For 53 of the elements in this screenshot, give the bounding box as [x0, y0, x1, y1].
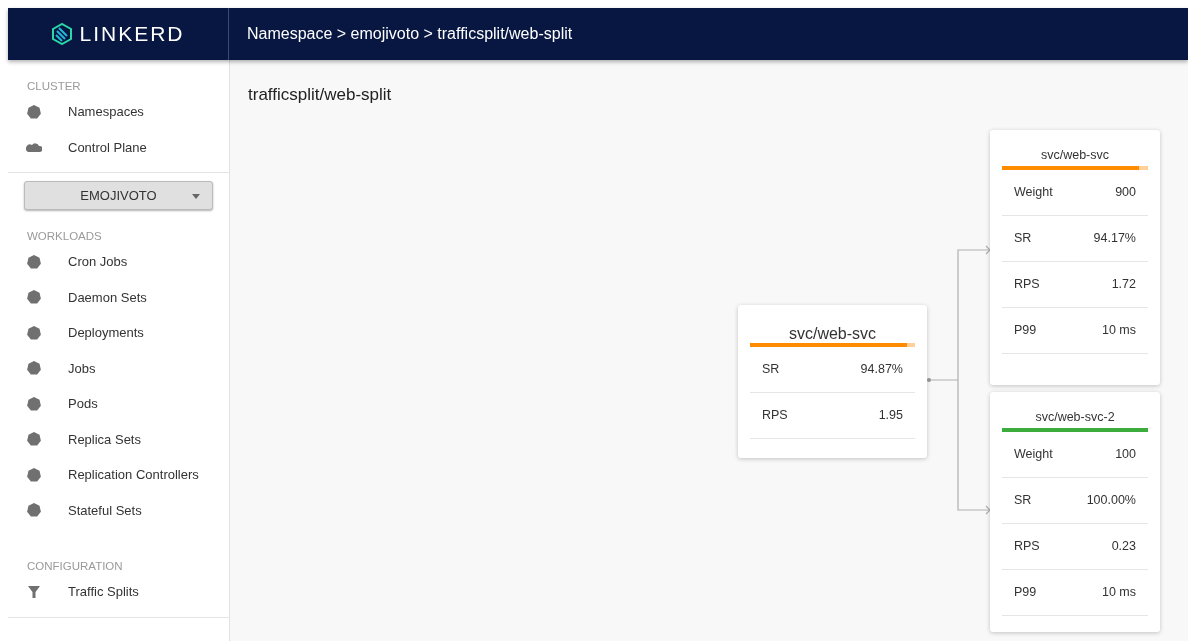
heptagon-icon [26, 324, 42, 341]
metric-label: Weight [1014, 184, 1053, 202]
sidebar-item[interactable]: Jobs [68, 358, 96, 378]
heptagon-icon [26, 502, 42, 519]
sidebar-item[interactable]: Control Plane [68, 137, 147, 157]
heptagon-icon [26, 253, 42, 270]
metric-value: 10 ms [1101, 584, 1136, 602]
metric-label: RPS [1014, 276, 1040, 294]
logo-icon [51, 23, 74, 45]
sidebar-item[interactable]: Pods [68, 394, 98, 414]
funnel-icon [26, 583, 42, 600]
node-title: svc/web-svc [1039, 147, 1111, 164]
node-title: svc/web-svc [787, 324, 878, 343]
heptagon-icon [26, 289, 42, 306]
heptagon-icon [26, 360, 42, 377]
metric-label: RPS [762, 407, 788, 425]
heptagon-icon [26, 466, 42, 483]
metric-value: 94.87% [860, 361, 903, 379]
metric-label: SR [1014, 492, 1032, 510]
sidebar-item[interactable]: Replication Controllers [68, 465, 199, 485]
metric-label: RPS [1014, 538, 1040, 556]
metric-value: 94.17% [1093, 230, 1136, 248]
metric-label: P99 [1014, 584, 1037, 602]
sidebar-item[interactable]: Namespaces [68, 102, 144, 122]
breadcrumb: Namespace > emojivoto > trafficsplit/web-split [246, 24, 573, 44]
caret-icon [192, 194, 200, 199]
section-heading: WORKLOADS [26, 229, 103, 244]
node-title: svc/web-svc-2 [1034, 409, 1116, 426]
metric-value: 1.95 [878, 407, 903, 425]
metric-value: 1.72 [1111, 276, 1136, 294]
sidebar-item[interactable]: Replica Sets [68, 429, 141, 449]
metric-value: 900 [1115, 184, 1136, 202]
namespace-select[interactable]: EMOJIVOTO [24, 181, 213, 210]
sidebar-item[interactable]: Stateful Sets [68, 500, 142, 520]
sidebar-item[interactable]: Daemon Sets [68, 287, 147, 307]
metric-label: SR [1014, 230, 1032, 248]
metric-value: 0.23 [1111, 538, 1136, 556]
heptagon-icon [26, 395, 42, 412]
logo-text: LINKERD [79, 21, 185, 48]
metric-value: 100.00% [1086, 492, 1136, 510]
heptagon-icon [26, 103, 42, 120]
sidebar-item[interactable]: Deployments [68, 323, 144, 343]
sidebar-item[interactable]: Traffic Splits [68, 582, 139, 602]
page-title: trafficsplit/web-split [247, 84, 393, 106]
metric-value: 100 [1115, 446, 1136, 464]
section-heading: CLUSTER [26, 79, 82, 94]
metric-label: P99 [1014, 322, 1037, 340]
metric-value: 10 ms [1101, 322, 1136, 340]
heptagon-icon [26, 431, 42, 448]
section-heading: CONFIGURATION [26, 559, 124, 574]
sidebar-item[interactable]: Cron Jobs [68, 252, 128, 272]
metric-label: Weight [1014, 446, 1053, 464]
metric-label: SR [762, 361, 780, 379]
